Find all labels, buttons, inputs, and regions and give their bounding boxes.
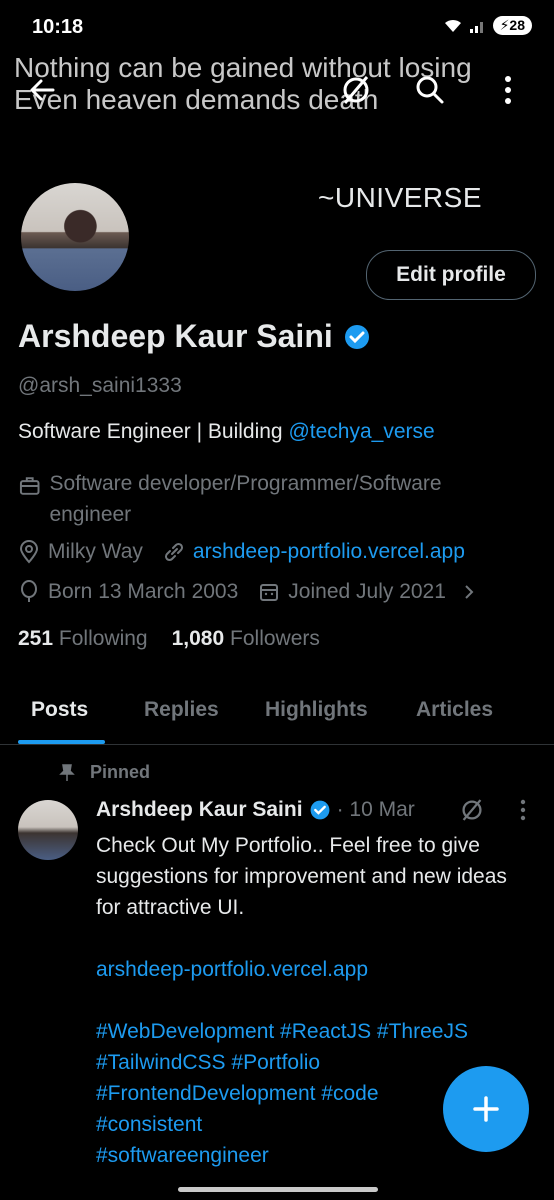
location-pin-icon bbox=[19, 540, 39, 564]
joined-text: Joined July 2021 bbox=[288, 580, 446, 603]
back-arrow-icon bbox=[30, 79, 55, 101]
more-vertical-icon bbox=[520, 799, 526, 821]
balloon-icon bbox=[21, 580, 37, 602]
profile-name: Arshdeep Kaur Saini bbox=[18, 318, 371, 355]
search-icon bbox=[416, 76, 444, 104]
tab-highlights[interactable]: Highlights bbox=[265, 698, 368, 722]
tab-posts[interactable]: Posts bbox=[31, 698, 88, 722]
post-grok-button[interactable] bbox=[452, 790, 492, 830]
profile-avatar[interactable] bbox=[18, 180, 132, 294]
grok-icon bbox=[462, 799, 482, 821]
followers-link[interactable]: 1,080 Followers bbox=[172, 627, 320, 651]
location-text: Milky Way bbox=[48, 540, 143, 563]
profile-handle: @arsh_saini1333 bbox=[18, 374, 182, 397]
search-button[interactable] bbox=[408, 68, 452, 112]
compose-post-button[interactable] bbox=[443, 1066, 529, 1152]
briefcase-icon bbox=[19, 477, 40, 495]
post-more-button[interactable] bbox=[508, 790, 538, 830]
website-link[interactable]: arshdeep-portfolio.vercel.app bbox=[193, 540, 465, 564]
chevron-right-icon[interactable] bbox=[460, 580, 478, 604]
location-website-row: Milky Way arshdeep-portfolio.vercel.app bbox=[18, 540, 465, 564]
profile-name-text: Arshdeep Kaur Saini bbox=[18, 318, 333, 354]
verified-badge-icon[interactable] bbox=[343, 323, 371, 351]
post-hashtags-1[interactable]: #WebDevelopment #ReactJS #ThreeJS bbox=[96, 1016, 536, 1047]
back-button[interactable] bbox=[20, 68, 64, 112]
banner-text: Nothing can be gained without losing Eve… bbox=[14, 52, 472, 115]
edit-profile-button[interactable]: Edit profile bbox=[366, 250, 536, 300]
active-tab-indicator bbox=[18, 740, 105, 744]
post-header: Arshdeep Kaur Saini · 10 Mar bbox=[96, 798, 415, 822]
dates-row: Born 13 March 2003 Joined July 2021 bbox=[18, 580, 478, 604]
post-avatar[interactable] bbox=[18, 800, 78, 860]
status-icons: ⚡28 bbox=[443, 16, 532, 35]
tab-replies[interactable]: Replies bbox=[144, 698, 219, 722]
pinned-label: Pinned bbox=[58, 762, 150, 783]
wifi-icon bbox=[444, 19, 461, 32]
post-link[interactable]: arshdeep-portfolio.vercel.app bbox=[96, 954, 536, 985]
follow-counts: 251 Following 1,080 Followers bbox=[18, 627, 320, 651]
plus-icon bbox=[473, 1096, 499, 1122]
profile-tabs: Posts Replies Highlights Articles bbox=[0, 690, 554, 745]
profession-text: Software developer/Programmer/Software e… bbox=[49, 472, 442, 526]
post-author[interactable]: Arshdeep Kaur Saini bbox=[96, 798, 303, 822]
verified-badge-icon bbox=[310, 800, 329, 820]
tab-articles[interactable]: Articles bbox=[416, 698, 493, 722]
bio-mention-link[interactable]: @techya_verse bbox=[288, 420, 434, 443]
profile-bio: Software Engineer | Building @techya_ver… bbox=[18, 420, 435, 444]
banner-universe-text: ~UNIVERSE bbox=[318, 182, 482, 213]
calendar-icon bbox=[260, 584, 279, 601]
battery-indicator: ⚡28 bbox=[492, 16, 532, 35]
birthday-text: Born 13 March 2003 bbox=[48, 580, 239, 603]
post-date: · 10 Mar bbox=[336, 798, 415, 821]
more-button[interactable] bbox=[486, 68, 530, 112]
signal-icon bbox=[469, 21, 483, 33]
bio-text: Software Engineer | Building bbox=[18, 420, 289, 443]
link-icon bbox=[164, 542, 183, 562]
grok-button[interactable] bbox=[334, 68, 378, 112]
home-indicator[interactable] bbox=[178, 1187, 378, 1192]
pin-icon bbox=[59, 763, 75, 781]
status-time: 10:18 bbox=[32, 16, 84, 38]
post-text: Check Out My Portfolio.. Feel free to gi… bbox=[96, 834, 507, 919]
following-link[interactable]: 251 Following bbox=[18, 627, 148, 651]
profession-row: Software developer/Programmer/Software e… bbox=[18, 468, 518, 530]
grok-icon bbox=[343, 76, 369, 104]
more-vertical-icon bbox=[505, 76, 511, 104]
